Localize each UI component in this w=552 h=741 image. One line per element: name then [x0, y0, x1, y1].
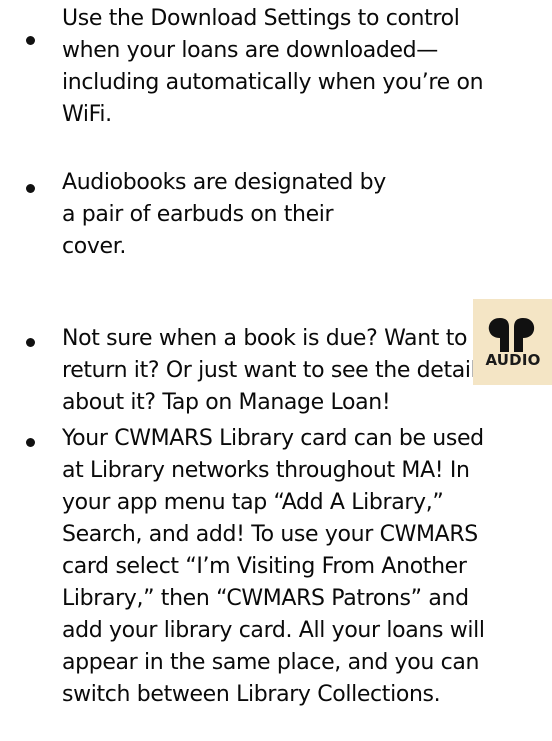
tip-text: Not sure when a book is due? Want to ret…: [62, 326, 488, 415]
tip-text: Use the Download Settings to control whe…: [62, 6, 484, 127]
bullet-icon: [26, 184, 35, 193]
audio-label: AUDIO: [485, 351, 541, 369]
audio-badge: AUDIO: [473, 299, 552, 385]
bullet-icon: [26, 338, 35, 347]
earbuds-icon: [488, 318, 535, 352]
tip-text: Audiobooks are designated by a pair of e…: [62, 170, 386, 259]
tip-text: Your CWMARS Library card can be used at …: [62, 426, 485, 707]
bullet-icon: [26, 438, 35, 447]
bullet-icon: [26, 36, 35, 45]
